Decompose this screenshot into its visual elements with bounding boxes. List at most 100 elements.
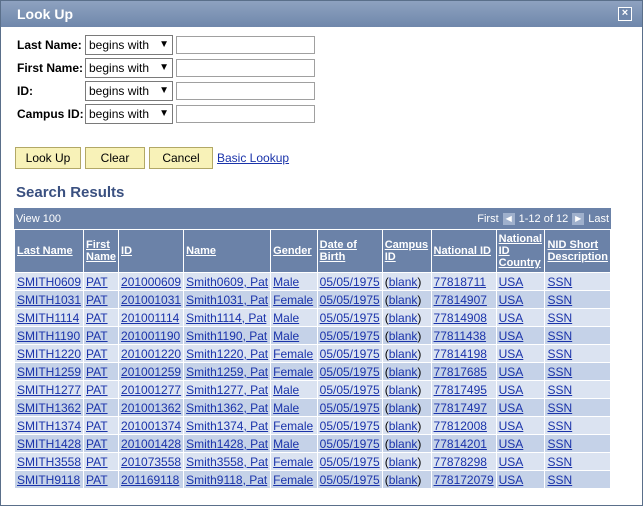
cell-link[interactable]: SMITH1362: [17, 401, 81, 415]
table-row[interactable]: SMITH1277 PAT 201001277 Smith1277, Pat Male 0…: [13, 380, 611, 399]
cell-link[interactable]: PAT: [86, 275, 108, 289]
cell-link[interactable]: SSN: [547, 401, 572, 415]
cell-link[interactable]: Smith9118, Pat: [186, 473, 267, 487]
col-name[interactable]: Name: [183, 229, 272, 273]
cell-link[interactable]: blank: [389, 365, 418, 379]
cell-link[interactable]: blank: [389, 437, 418, 451]
cell-link[interactable]: USA: [499, 275, 524, 289]
cell-link[interactable]: 05/05/1975: [320, 401, 380, 415]
cell-link[interactable]: 77817495: [434, 383, 487, 397]
id-input[interactable]: [176, 81, 315, 100]
cell-link[interactable]: SSN: [547, 347, 572, 361]
cell-link[interactable]: 77814201: [434, 437, 487, 451]
cell-link[interactable]: USA: [499, 365, 524, 379]
cell-link[interactable]: PAT: [86, 473, 108, 487]
cell-link[interactable]: Smith1259, Pat: [186, 365, 268, 379]
cell-link[interactable]: blank: [389, 455, 418, 469]
col-first-name[interactable]: First Name: [83, 229, 120, 273]
cell-link[interactable]: Male: [273, 311, 299, 325]
cell-link[interactable]: blank: [389, 293, 418, 307]
cell-link[interactable]: USA: [499, 329, 524, 343]
col-dob[interactable]: Date of Birth: [316, 229, 383, 273]
cell-link[interactable]: SMITH1428: [17, 437, 81, 451]
cell-link[interactable]: 77814908: [434, 311, 487, 325]
cell-link[interactable]: Smith1031, Pat: [186, 293, 268, 307]
cell-link[interactable]: 05/05/1975: [320, 311, 380, 325]
cell-link[interactable]: Female: [273, 473, 313, 487]
campus-id-input[interactable]: [176, 104, 315, 123]
cell-link[interactable]: PAT: [86, 437, 108, 451]
cell-link[interactable]: 201001220: [121, 347, 181, 361]
cell-link[interactable]: 77878298: [434, 455, 487, 469]
cell-link[interactable]: Female: [273, 455, 313, 469]
table-row[interactable]: SMITH1362 PAT 201001362 Smith1362, Pat Male 0…: [13, 398, 611, 417]
cell-link[interactable]: SSN: [547, 365, 572, 379]
cell-link[interactable]: Male: [273, 329, 299, 343]
table-row[interactable]: SMITH0609 PAT 201000609 Smith0609, Pat Male 0…: [13, 272, 611, 291]
table-row[interactable]: SMITH1374 PAT 201001374 Smith1374, Pat Femal…: [13, 416, 611, 435]
col-last-name[interactable]: Last Name: [13, 229, 85, 273]
cell-link[interactable]: SSN: [547, 473, 572, 487]
cell-link[interactable]: Smith1362, Pat: [186, 401, 268, 415]
cell-link[interactable]: 05/05/1975: [320, 329, 380, 343]
col-national-id[interactable]: National ID: [430, 229, 497, 273]
cell-link[interactable]: 201001259: [121, 365, 181, 379]
last-link[interactable]: Last: [588, 213, 609, 225]
cell-link[interactable]: blank: [389, 383, 418, 397]
cell-link[interactable]: 201000609: [121, 275, 181, 289]
cell-link[interactable]: USA: [499, 383, 524, 397]
close-icon[interactable]: ×: [618, 7, 632, 21]
cell-link[interactable]: PAT: [86, 329, 108, 343]
cell-link[interactable]: Male: [273, 275, 299, 289]
cell-link[interactable]: PAT: [86, 419, 108, 433]
col-campus-id[interactable]: Campus ID: [381, 229, 432, 273]
cell-link[interactable]: PAT: [86, 401, 108, 415]
cell-link[interactable]: USA: [499, 437, 524, 451]
cell-link[interactable]: USA: [499, 455, 524, 469]
cell-link[interactable]: 05/05/1975: [320, 473, 380, 487]
first-link[interactable]: First: [477, 213, 498, 225]
cell-link[interactable]: SSN: [547, 437, 572, 451]
cell-link[interactable]: PAT: [86, 383, 108, 397]
last-name-input[interactable]: [176, 35, 315, 54]
campus-id-operator-select[interactable]: begins with ▼: [85, 103, 173, 124]
cell-link[interactable]: 201001277: [121, 383, 181, 397]
col-gender[interactable]: Gender: [270, 229, 318, 273]
table-row[interactable]: SMITH1220 PAT 201001220 Smith1220, Pat Femal…: [13, 344, 611, 363]
prev-arrow-icon[interactable]: ◀: [502, 212, 515, 225]
last-name-operator-select[interactable]: begins with ▼: [85, 34, 173, 55]
first-name-input[interactable]: [176, 58, 315, 77]
cell-link[interactable]: 77812008: [434, 419, 487, 433]
cell-link[interactable]: 05/05/1975: [320, 455, 380, 469]
cell-link[interactable]: SSN: [547, 293, 572, 307]
cell-link[interactable]: Female: [273, 419, 313, 433]
cell-link[interactable]: Smith1220, Pat: [186, 347, 268, 361]
cell-link[interactable]: blank: [389, 275, 418, 289]
cell-link[interactable]: SSN: [547, 275, 572, 289]
cell-link[interactable]: Smith1190, Pat: [186, 329, 267, 343]
cell-link[interactable]: blank: [389, 473, 418, 487]
cell-link[interactable]: Male: [273, 401, 299, 415]
table-row[interactable]: SMITH1190 PAT 201001190 Smith1190, Pat Male 0…: [13, 326, 611, 345]
cell-link[interactable]: SSN: [547, 383, 572, 397]
table-row[interactable]: SMITH3558 PAT 201073558 Smith3558, Pat Femal…: [13, 452, 611, 471]
cell-link[interactable]: 77814907: [434, 293, 487, 307]
cell-link[interactable]: SMITH1374: [17, 419, 81, 433]
table-row[interactable]: SMITH1259 PAT 201001259 Smith1259, Pat Femal…: [13, 362, 611, 381]
col-nid-country[interactable]: National ID Country: [495, 229, 546, 273]
cell-link[interactable]: 77818711: [434, 275, 487, 289]
cell-link[interactable]: blank: [389, 347, 418, 361]
cell-link[interactable]: 778172079: [434, 473, 494, 487]
cell-link[interactable]: USA: [499, 347, 524, 361]
table-row[interactable]: SMITH1031 PAT 201001031 Smith1031, Pat Femal…: [13, 290, 611, 309]
table-row[interactable]: SMITH9118 PAT 201169118 Smith9118, Pat Femal…: [13, 470, 611, 489]
col-nid-short-desc[interactable]: NID Short Description: [544, 229, 611, 273]
cell-link[interactable]: SSN: [547, 311, 572, 325]
cell-link[interactable]: 201001362: [121, 401, 181, 415]
next-arrow-icon[interactable]: ▶: [572, 212, 585, 225]
cell-link[interactable]: 201001374: [121, 419, 181, 433]
cell-link[interactable]: Female: [273, 293, 313, 307]
cell-link[interactable]: 201001031: [121, 293, 181, 307]
cell-link[interactable]: blank: [389, 401, 418, 415]
cell-link[interactable]: SMITH1259: [17, 365, 81, 379]
